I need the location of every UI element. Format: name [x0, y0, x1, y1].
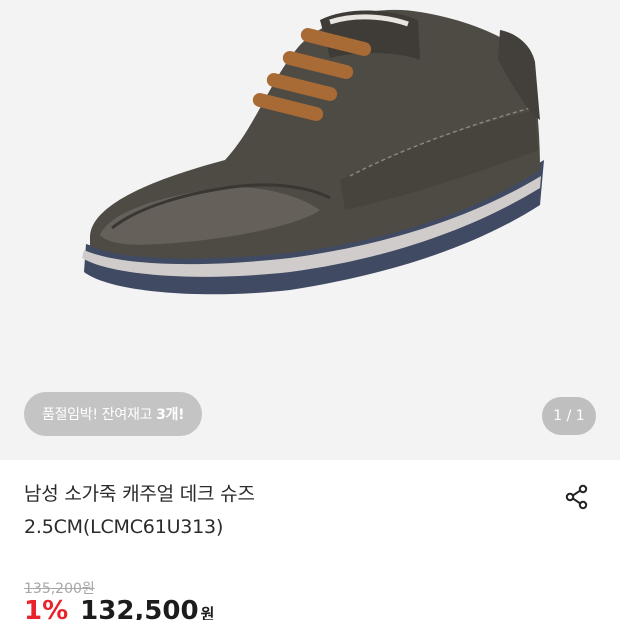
low-stock-count: 3개!: [156, 407, 185, 423]
product-image: [0, 0, 620, 460]
product-image-gallery[interactable]: 품절임박! 잔여재고 3개! 1 / 1: [0, 0, 620, 460]
low-stock-badge: 품절임박! 잔여재고 3개!: [24, 392, 203, 436]
product-detail-page: 품절임박! 잔여재고 3개! 1 / 1 남성 소가죽 캐주얼 데크 슈즈 2.…: [0, 0, 620, 620]
price-row: 1% 132,500 원: [24, 596, 214, 620]
discount-rate: 1%: [24, 596, 69, 620]
original-price: 135,200원: [24, 581, 95, 597]
product-title: 남성 소가죽 캐주얼 데크 슈즈 2.5CM(LCMC61U313): [24, 478, 524, 544]
sale-price-currency: 원: [200, 605, 215, 620]
share-button[interactable]: [560, 480, 594, 514]
low-stock-label: 품절임박! 잔여재고: [42, 407, 153, 423]
share-icon: [565, 484, 588, 510]
sale-price: 132,500: [80, 596, 199, 620]
product-title-line1: 남성 소가죽 캐주얼 데크 슈즈: [24, 483, 255, 505]
image-page-counter: 1 / 1: [542, 397, 596, 435]
product-title-line2: 2.5CM(LCMC61U313): [24, 516, 224, 538]
